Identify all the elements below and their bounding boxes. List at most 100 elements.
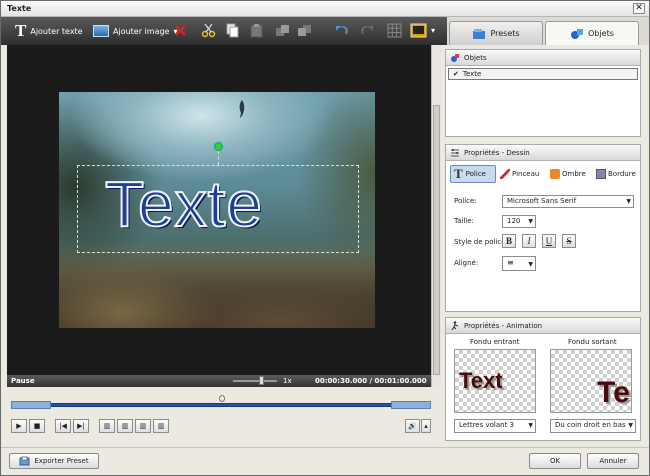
size-select[interactable]: 120 ▼ bbox=[502, 215, 536, 228]
rotation-handle-line bbox=[218, 151, 219, 165]
shadow-icon bbox=[550, 169, 560, 179]
stop-button[interactable]: ■ bbox=[29, 419, 45, 433]
speed-slider-knob[interactable] bbox=[259, 376, 264, 385]
add-image-button[interactable]: Ajouter image ▾ bbox=[93, 22, 177, 40]
presets-icon bbox=[473, 28, 486, 39]
fade-out-label: Fondu sortant bbox=[568, 338, 617, 346]
object-label: Texte bbox=[462, 70, 482, 78]
timeline[interactable] bbox=[7, 393, 435, 415]
add-text-button[interactable]: T Ajouter texte bbox=[15, 21, 83, 40]
objects-panel-title: Objets bbox=[464, 53, 487, 62]
speed-slider[interactable] bbox=[233, 380, 277, 382]
objects-panel-header: Objets bbox=[446, 50, 640, 66]
export-preset-label: Exporter Preset bbox=[34, 457, 89, 465]
tab-font[interactable]: T Police bbox=[450, 165, 496, 183]
align-icon: ≡ bbox=[507, 258, 514, 267]
mark-end-button[interactable]: ▥ bbox=[153, 419, 169, 433]
fade-in-preview-text: Text bbox=[459, 368, 503, 393]
timeline-playhead[interactable] bbox=[219, 395, 225, 402]
size-value: 120 bbox=[507, 217, 521, 225]
export-preset-button[interactable]: Exporter Preset bbox=[9, 453, 99, 469]
align-label: Aligné: bbox=[454, 259, 479, 267]
close-button[interactable]: ✕ bbox=[633, 3, 645, 14]
seabed-rocks bbox=[59, 248, 375, 328]
mark-out-button[interactable]: ▥ bbox=[135, 419, 151, 433]
screen-icon[interactable] bbox=[410, 23, 427, 38]
overlay-text[interactable]: Texte bbox=[104, 167, 263, 241]
tab-objects[interactable]: Objets bbox=[545, 21, 639, 45]
scrollbar-thumb[interactable] bbox=[433, 105, 440, 375]
drawing-properties-panel: Propriétés - Dessin T Police Pinceau Omb… bbox=[445, 144, 641, 312]
playback-state: Pause bbox=[11, 377, 35, 385]
preview-scrollbar[interactable] bbox=[431, 45, 441, 387]
fade-in-value: Lettres volant 3 bbox=[459, 421, 514, 429]
fade-out-preview-text: Te bbox=[597, 376, 630, 409]
tab-presets[interactable]: Presets bbox=[449, 21, 543, 45]
fade-out-preview[interactable]: Te bbox=[550, 349, 632, 413]
undo-icon[interactable] bbox=[335, 23, 350, 38]
timeline-ruler bbox=[11, 403, 431, 407]
strikethrough-button[interactable]: S bbox=[562, 234, 576, 248]
tab-brush-label: Pinceau bbox=[512, 170, 540, 178]
fade-in-select[interactable]: Lettres volant 3 ▼ bbox=[454, 419, 536, 433]
export-icon bbox=[19, 456, 30, 466]
rotation-handle[interactable] bbox=[214, 142, 223, 151]
text-icon: T bbox=[15, 21, 27, 40]
paste-icon[interactable] bbox=[249, 23, 264, 38]
settings-icon bbox=[451, 148, 459, 156]
fade-out-select[interactable]: Du coin droit en bas ▼ bbox=[550, 419, 636, 433]
tab-brush[interactable]: Pinceau bbox=[500, 169, 539, 179]
ok-button[interactable]: OK bbox=[529, 453, 581, 469]
next-button[interactable]: ▶| bbox=[73, 419, 89, 433]
redo-icon[interactable] bbox=[359, 23, 374, 38]
font-style-label: Style de police bbox=[454, 238, 506, 246]
volume-dropdown[interactable]: ▴ bbox=[421, 419, 431, 433]
underline-button[interactable]: U bbox=[542, 234, 556, 248]
font-select[interactable]: Microsoft Sans Serif ▼ bbox=[502, 195, 634, 208]
tab-shadow[interactable]: Ombre bbox=[550, 169, 586, 179]
copy-icon[interactable] bbox=[225, 23, 240, 38]
mark-in-button[interactable]: ▥ bbox=[99, 419, 115, 433]
fade-in-preview[interactable]: Text bbox=[454, 349, 536, 413]
drawing-panel-header: Propriétés - Dessin bbox=[446, 145, 640, 161]
animation-panel-header: Propriétés - Animation bbox=[446, 318, 640, 334]
tab-border-label: Bordure bbox=[608, 170, 636, 178]
align-select[interactable]: ≡ ▼ bbox=[502, 256, 536, 271]
ok-label: OK bbox=[549, 457, 561, 465]
objects-panel: Objets ✔ Texte bbox=[445, 49, 641, 137]
brush-icon bbox=[500, 169, 510, 179]
toolbar: T Ajouter texte Ajouter image ▾ ▾ bbox=[1, 17, 447, 45]
layer-up-icon[interactable] bbox=[297, 23, 312, 38]
window-title: Texte bbox=[7, 4, 32, 13]
chevron-down-icon: ▼ bbox=[528, 261, 533, 268]
playback-status-bar: Pause 1x 00:00:30.000 / 00:01:00.000 bbox=[7, 375, 431, 387]
tab-strip: Presets Objets bbox=[447, 17, 649, 45]
layer-down-icon[interactable] bbox=[275, 23, 290, 38]
preview-canvas[interactable]: Texte bbox=[7, 45, 431, 375]
check-icon: ✔ bbox=[453, 70, 459, 78]
speed-value: 1x bbox=[283, 377, 292, 385]
list-item[interactable]: ✔ Texte bbox=[448, 68, 638, 80]
tab-border[interactable]: Bordure bbox=[596, 169, 636, 179]
chevron-down-icon[interactable]: ▾ bbox=[431, 26, 435, 35]
cut-icon[interactable] bbox=[201, 23, 216, 38]
chevron-down-icon: ▼ bbox=[628, 422, 633, 429]
mark-split-button[interactable]: ▥ bbox=[117, 419, 133, 433]
chevron-down-icon: ▼ bbox=[626, 198, 631, 205]
grid-icon[interactable] bbox=[387, 23, 402, 38]
font-icon: T bbox=[454, 166, 463, 181]
tab-objects-label: Objets bbox=[588, 29, 614, 38]
border-icon bbox=[596, 169, 606, 179]
add-image-label: Ajouter image bbox=[113, 26, 170, 36]
bold-button[interactable]: B bbox=[502, 234, 516, 248]
delete-icon[interactable] bbox=[173, 23, 188, 38]
chevron-down-icon: ▼ bbox=[528, 218, 533, 225]
play-button[interactable]: ▶ bbox=[11, 419, 27, 433]
image-icon bbox=[93, 25, 109, 37]
previous-button[interactable]: |◀ bbox=[55, 419, 71, 433]
timeline-in-segment bbox=[11, 401, 51, 409]
fade-in-label: Fondu entrant bbox=[470, 338, 520, 346]
italic-button[interactable]: I bbox=[522, 234, 536, 248]
cancel-button[interactable]: Annuler bbox=[587, 453, 639, 469]
volume-button[interactable]: 🔊 bbox=[405, 419, 420, 433]
